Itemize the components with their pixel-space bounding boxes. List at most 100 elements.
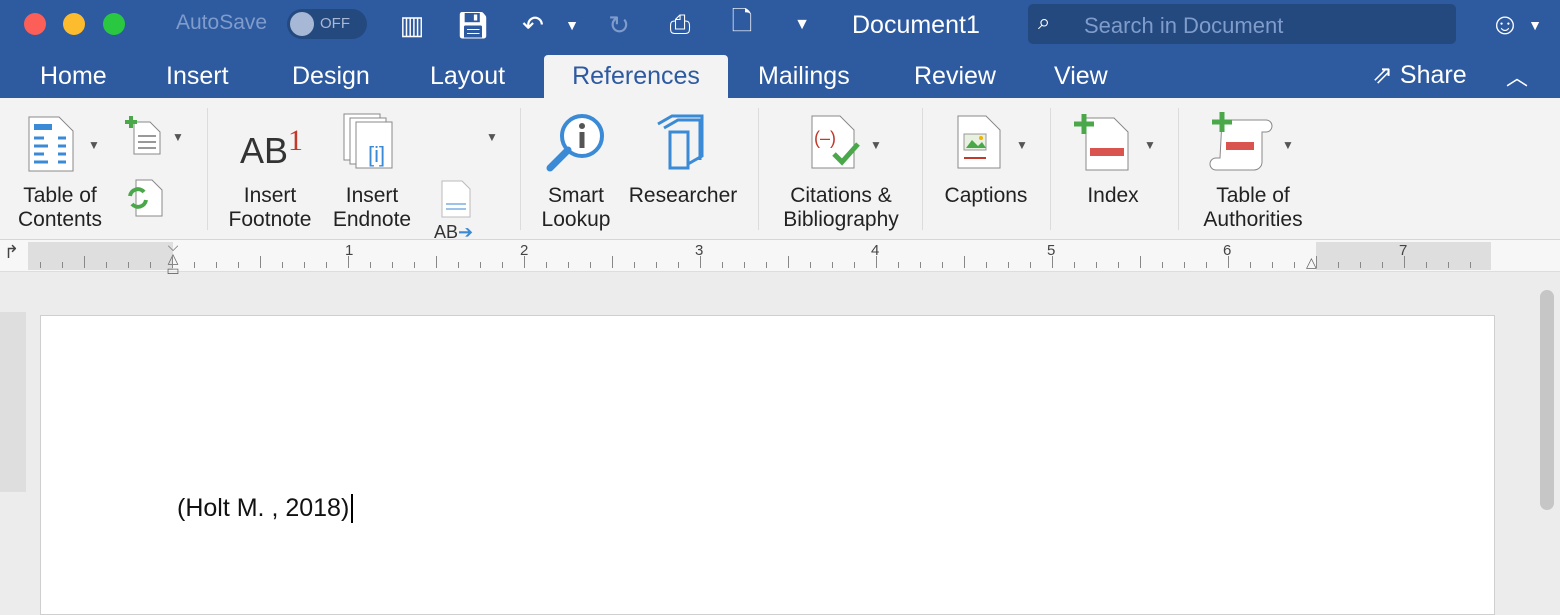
next-footnote-dropdown-icon[interactable]: ▼	[486, 130, 498, 144]
citations-dropdown-icon[interactable]: ▼	[870, 138, 882, 152]
ruler-tick	[986, 262, 987, 268]
tab-home[interactable]: Home	[18, 55, 129, 98]
add-text-icon[interactable]	[124, 116, 162, 156]
ruler-tick	[62, 262, 63, 268]
ruler-tick	[480, 262, 481, 268]
tab-references[interactable]: References	[544, 55, 728, 98]
tab-view[interactable]: View	[1032, 55, 1130, 98]
index-icon[interactable]	[1074, 112, 1130, 172]
insert-endnote-icon[interactable]: [i]	[342, 112, 402, 172]
ruler-tick	[964, 256, 965, 268]
document-page[interactable]: (Holt M. , 2018)	[40, 315, 1495, 615]
toc-dropdown-icon[interactable]: ▼	[88, 138, 100, 152]
search-input[interactable]: Search in Document	[1084, 13, 1283, 39]
ribbon: ▼ Table of Contents ▼ AB1 Insert Footnot…	[0, 98, 1560, 242]
ruler-tick	[260, 256, 261, 268]
ruler-tick	[1228, 256, 1229, 268]
index-button[interactable]: Index	[1064, 184, 1162, 208]
svg-text:(–): (–)	[814, 128, 836, 148]
ruler-tick	[590, 262, 591, 268]
print-icon[interactable]: ⎙	[663, 8, 697, 42]
index-dropdown-icon[interactable]: ▼	[1144, 138, 1156, 152]
tab-review[interactable]: Review	[892, 55, 1018, 98]
document-text[interactable]: (Holt M. , 2018)	[177, 494, 354, 523]
ruler-tick	[1360, 262, 1361, 268]
ruler-tick	[524, 256, 525, 268]
undo-icon[interactable]: ↶	[516, 8, 550, 42]
ruler-tick	[216, 262, 217, 268]
close-window-button[interactable]	[24, 13, 46, 35]
tab-design[interactable]: Design	[270, 55, 392, 98]
share-button[interactable]: ⇗ Share	[1372, 60, 1467, 90]
ruler-tick	[1382, 262, 1383, 268]
insert-endnote-button[interactable]: Insert Endnote	[326, 184, 418, 232]
ruler-tick	[1074, 262, 1075, 268]
title-bar: AutoSave OFF ▥ 💾︎ ↶ ▼ ↻ ⎙ 🗋 ▼ Document1 …	[0, 0, 1560, 98]
ruler-tick	[436, 256, 437, 268]
new-document-icon[interactable]: 🗋	[725, 6, 759, 42]
ruler-tick	[832, 262, 833, 268]
update-table-icon[interactable]	[124, 178, 164, 218]
ruler-tick	[1206, 262, 1207, 268]
tab-mailings[interactable]: Mailings	[736, 55, 872, 98]
citations-bibliography-button[interactable]: Citations & Bibliography	[772, 184, 910, 232]
vertical-scrollbar[interactable]	[1540, 290, 1554, 510]
citations-icon[interactable]: (–)	[808, 114, 864, 170]
group-divider	[758, 108, 759, 230]
sidebar-icon[interactable]: ▥	[395, 8, 429, 42]
autosave-toggle[interactable]: OFF	[287, 9, 367, 39]
group-divider	[207, 108, 208, 230]
zoom-window-button[interactable]	[103, 13, 125, 35]
feedback-dropdown-icon[interactable]: ▼	[1518, 8, 1552, 42]
minimize-window-button[interactable]	[63, 13, 85, 35]
ruler-tick	[1272, 262, 1273, 268]
document-title: Document1	[852, 11, 980, 39]
add-text-dropdown-icon[interactable]: ▼	[172, 130, 184, 144]
show-notes-icon[interactable]	[440, 180, 472, 218]
ruler-tick	[1448, 262, 1449, 268]
save-icon[interactable]: 💾︎	[456, 8, 490, 42]
autosave-label: AutoSave	[176, 11, 268, 34]
ruler-tick	[678, 262, 679, 268]
tab-insert[interactable]: Insert	[144, 55, 251, 98]
undo-dropdown-icon[interactable]: ▼	[555, 8, 589, 42]
collapse-ribbon-icon[interactable]: ︿	[1506, 60, 1528, 92]
captions-button[interactable]: Captions	[934, 184, 1038, 208]
ruler-tick	[370, 262, 371, 268]
ruler-tick	[40, 262, 41, 268]
table-of-authorities-button[interactable]: Table of Authorities	[1188, 184, 1318, 232]
ruler-tick	[1118, 262, 1119, 268]
ruler-tick	[1162, 262, 1163, 268]
vertical-ruler[interactable]	[0, 272, 28, 604]
ruler-tick	[1052, 256, 1053, 268]
table-of-contents-button[interactable]: Table of Contents	[8, 184, 112, 232]
indent-markers[interactable]: ⌵ △ ▭	[165, 239, 181, 280]
ruler-tick	[150, 262, 151, 268]
authorities-dropdown-icon[interactable]: ▼	[1282, 138, 1294, 152]
ruler-tick	[1184, 262, 1185, 268]
ruler-tick	[788, 256, 789, 268]
smart-lookup-button[interactable]: Smart Lookup	[530, 184, 622, 232]
insert-footnote-icon[interactable]: AB1	[240, 124, 303, 172]
smiley-feedback-icon[interactable]: ☺	[1488, 8, 1522, 42]
table-of-authorities-icon[interactable]	[1208, 112, 1276, 172]
captions-dropdown-icon[interactable]: ▼	[1016, 138, 1028, 152]
redo-icon[interactable]: ↻	[602, 8, 636, 42]
tab-stop-icon[interactable]: ↱	[4, 242, 19, 263]
ruler-tick	[1404, 256, 1405, 268]
footnote-glyph: AB	[240, 130, 289, 171]
tab-layout[interactable]: Layout	[408, 55, 527, 98]
ruler-tick	[458, 262, 459, 268]
table-of-contents-icon[interactable]	[28, 116, 74, 172]
top-margin-area	[0, 312, 26, 492]
ruler-tick	[1294, 262, 1295, 268]
researcher-button[interactable]: Researcher	[622, 184, 744, 208]
smart-lookup-icon[interactable]	[544, 112, 606, 174]
insert-footnote-button[interactable]: Insert Footnote	[222, 184, 318, 232]
horizontal-ruler[interactable]: ↱ ⌵ △ ▭ △ 1 2 3 4 5 6 7	[0, 239, 1560, 277]
researcher-icon[interactable]	[656, 114, 706, 172]
customize-toolbar-icon[interactable]: ▼	[785, 8, 819, 42]
search-box[interactable]: ⌕ Search in Document	[1028, 4, 1456, 44]
share-icon: ⇗	[1372, 61, 1400, 89]
captions-icon[interactable]	[956, 114, 1002, 170]
